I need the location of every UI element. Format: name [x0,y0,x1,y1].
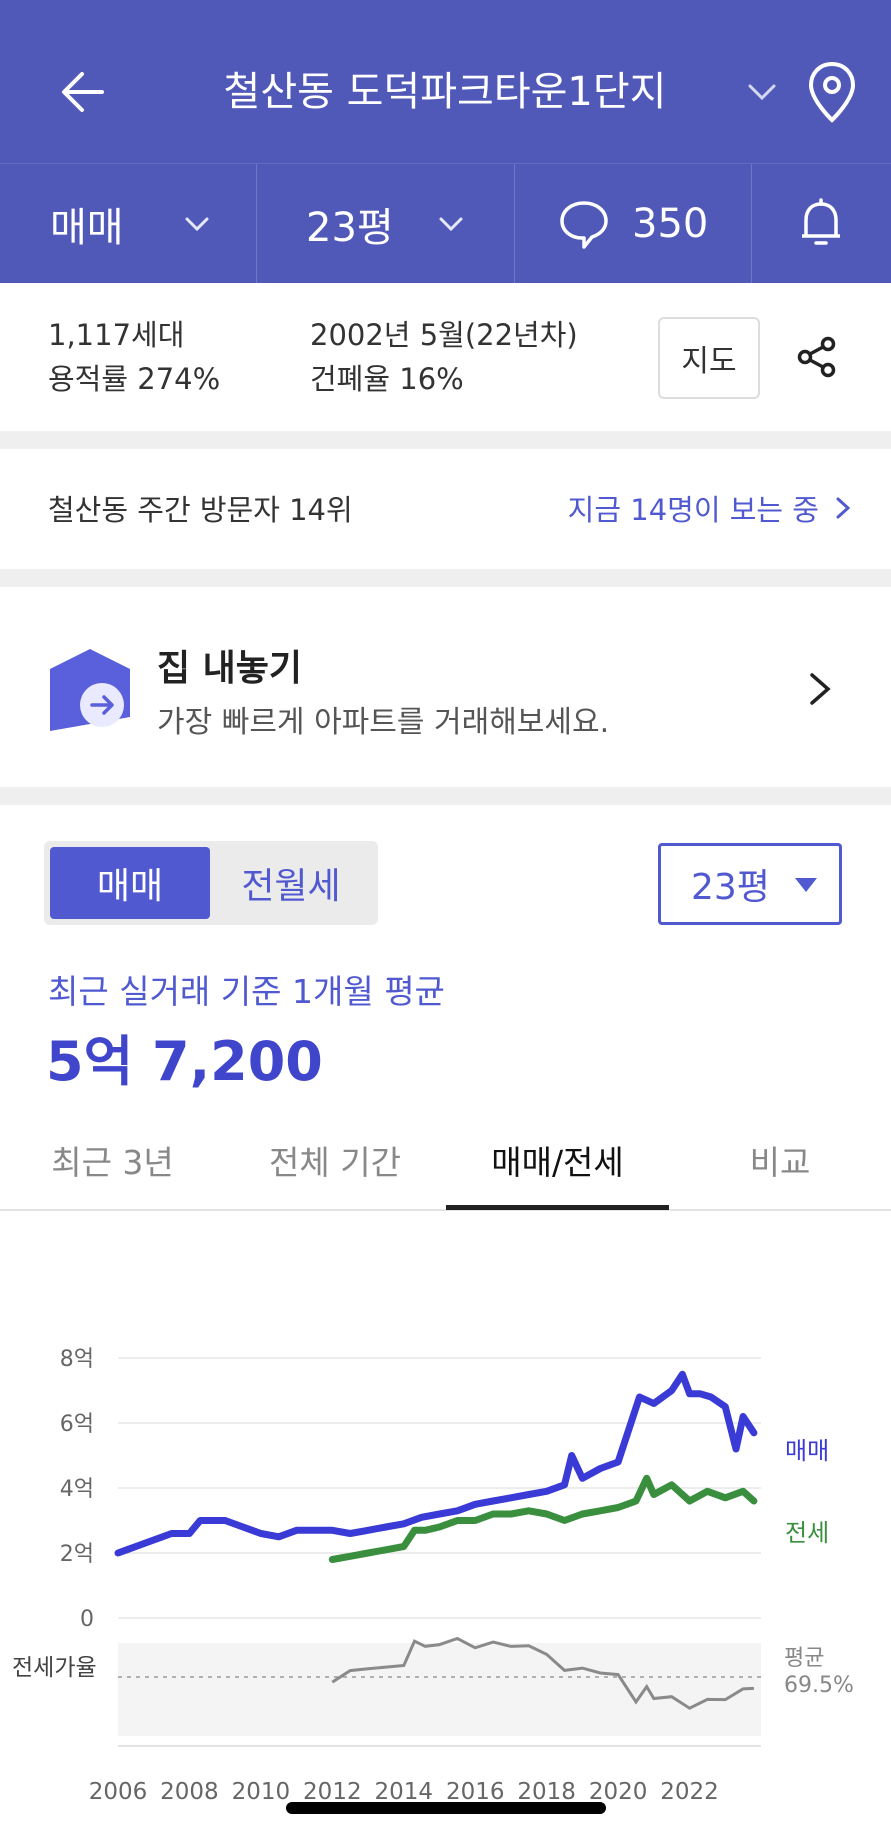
price-chart[interactable]: 8억6억4억2억0 2006 2008 2010 2012 2014 2016 2018 20… [0,1325,891,1822]
toggle-rent[interactable]: 전월세 [210,847,372,919]
visitor-row[interactable]: 철산동 주간 방문자 14위 지금 14명이 보는 중 [0,449,891,569]
y-tick-label: 2억 [60,1542,94,1567]
now-viewing-text: 지금 14명이 보는 중 [567,493,819,527]
series-label-jeonse: 전세 [785,1519,829,1547]
tab-recent-3y[interactable]: 최근 3년 [30,1135,195,1211]
sell-home-banner[interactable]: 집 내놓기 가장 빠르게 아파트를 거래해보세요. [0,587,891,787]
x-tick-label: 2022 [660,1779,719,1805]
avg-price-label: 최근 실거래 기준 1개월 평균 [48,972,445,1011]
home-indicator [286,1802,606,1814]
visitor-rank: 철산동 주간 방문자 14위 [48,493,353,527]
size-dropdown[interactable]: 23평 [306,164,506,284]
section-gap [0,787,891,805]
section-gap [0,569,891,587]
avg-price-value: 5억 7,200 [46,1030,323,1093]
series-label-sale: 매매 [785,1437,829,1465]
size-select[interactable]: 23평 [658,843,842,925]
divider [514,164,515,284]
x-tick-label: 2010 [232,1779,291,1805]
chevron-down-icon [185,217,209,232]
y-tick-label: 4억 [60,1477,94,1502]
complex-info: 1,117세대 용적률 274% 2002년 5월(22년차) 건폐율 16% … [0,283,891,431]
deal-type-label: 매매 [50,205,124,251]
size-select-value: 23평 [691,867,770,908]
size-label: 23평 [306,205,394,251]
building-coverage: 건폐율 16% [310,362,464,396]
back-arrow-icon[interactable] [56,62,116,122]
y-tick-label: 6억 [60,1412,94,1437]
chevron-down-icon [439,217,463,232]
x-tick-label: 2006 [89,1779,148,1805]
comment-count: 350 [632,201,709,247]
chevron-down-icon[interactable] [744,80,780,104]
house-arrow-icon [50,649,130,731]
tab-compare[interactable]: 비교 [700,1135,860,1211]
ratio-avg-value: 69.5% [784,1673,854,1698]
map-pin-icon[interactable] [806,60,858,126]
filter-bar: 매매 23평 350 [0,163,891,284]
x-tick-label: 2008 [160,1779,219,1805]
y-tick-label: 8억 [60,1347,94,1372]
y-tick-label: 0 [80,1607,94,1632]
page-title[interactable]: 철산동 도덕파크타운1단지 [150,62,740,122]
ratio-avg-label: 평균 [784,1646,824,1671]
chevron-right-icon [810,673,831,705]
price-section: 매매 전월세 23평 최근 실거래 기준 1개월 평균 5억 7,200 최근 … [0,805,891,1822]
ratio-label: 전세가율 [12,1655,97,1681]
ratio-band [118,1643,761,1736]
floor-area-ratio: 용적률 274% [48,362,221,396]
households: 1,117세대 [48,318,185,352]
active-tab-indicator [446,1205,669,1210]
speech-bubble-icon [560,201,608,249]
deal-type-dropdown[interactable]: 매매 [50,164,250,284]
toggle-sale[interactable]: 매매 [50,847,210,919]
caret-down-icon [795,878,817,892]
sell-title: 집 내놓기 [157,648,303,689]
bell-icon[interactable] [796,196,846,250]
divider [751,164,752,284]
tab-all-period[interactable]: 전체 기간 [250,1135,420,1211]
map-button[interactable]: 지도 [658,317,760,399]
period-tabs: 최근 3년 전체 기간 매매/전세 비교 [0,1135,891,1211]
build-date: 2002년 5월(22년차) [310,318,578,352]
chevron-right-icon [836,497,851,519]
section-gap [0,431,891,449]
comments-button[interactable]: 350 [558,164,758,284]
sell-subtitle: 가장 빠르게 아파트를 거래해보세요. [157,705,610,740]
tab-sale-jeonse[interactable]: 매매/전세 [446,1135,669,1211]
now-viewing-link[interactable]: 지금 14명이 보는 중 [568,487,851,529]
app-header: 철산동 도덕파크타운1단지 [0,0,891,163]
divider [256,164,257,284]
deal-toggle: 매매 전월세 [44,841,378,925]
share-icon[interactable] [795,335,839,379]
